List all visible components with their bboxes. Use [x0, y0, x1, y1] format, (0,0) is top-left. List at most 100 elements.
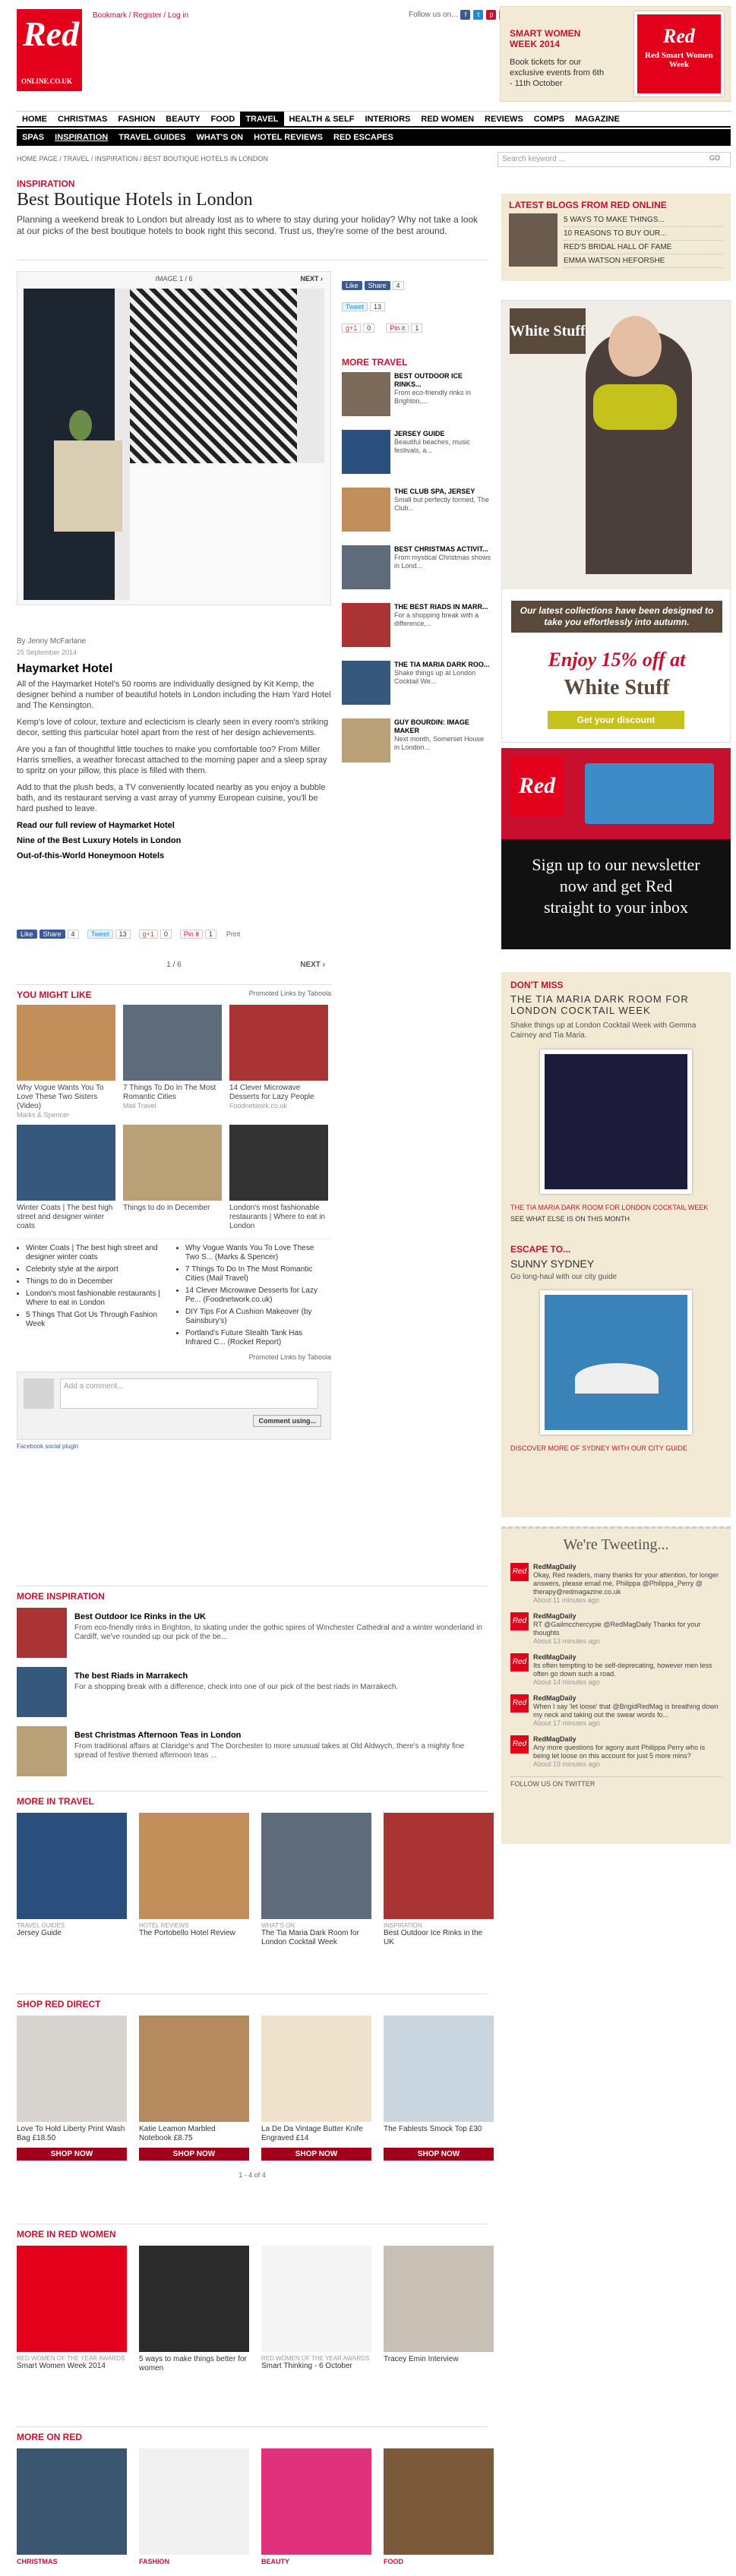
shop-card[interactable]: Katie Leamon Marbled Notebook £8.75 SHOP … — [139, 2016, 249, 2161]
share-facebook[interactable]: Like Share 4 — [342, 281, 404, 290]
more-travel-item[interactable]: THE BEST RIADS IN MARR... For a shopping … — [342, 603, 491, 655]
ymal-link[interactable]: 5 Things That Got Us Through Fashion Wee… — [26, 1311, 169, 1329]
more-on-red-card[interactable]: BEAUTY — [261, 2448, 371, 2565]
subnav-item-travel-guides[interactable]: TRAVEL GUIDES — [113, 129, 191, 146]
nav-item-reviews[interactable]: REVIEWS — [479, 112, 529, 126]
more-on-red-card[interactable]: FASHION — [139, 2448, 249, 2565]
nav-item-comps[interactable]: COMPS — [529, 112, 570, 126]
subnav-item-hotel-reviews[interactable]: HOTEL REVIEWS — [248, 129, 328, 146]
white-stuff-advert[interactable]: White Stuff Our latest collections have … — [501, 300, 731, 743]
share-gplus-pinterest[interactable]: g+1 0 Pin it 1 — [342, 324, 423, 333]
ymal-link[interactable]: 14 Clever Microwave Desserts for Lazy Pe… — [185, 1286, 328, 1305]
nav-item-home[interactable]: HOME — [17, 112, 52, 126]
nav-item-fashion[interactable]: FASHION — [112, 112, 160, 126]
follow-twitter-link[interactable]: FOLLOW US ON TWITTER — [510, 1776, 722, 1788]
gallery-next-button[interactable]: NEXT › — [300, 275, 323, 283]
ymal-link[interactable]: Things to do in December — [26, 1277, 169, 1286]
link-luxury-hotels[interactable]: Nine of the Best Luxury Hotels in London — [17, 835, 331, 846]
comment-input[interactable]: Add a comment... — [60, 1378, 318, 1409]
travel-card[interactable]: INSPIRATION Best Outdoor Ice Rinks in the… — [384, 1813, 494, 1947]
more-travel-item[interactable]: JERSEY GUIDE Beautiful beaches, music fes… — [342, 430, 491, 481]
red-logo[interactable]: Red ONLINE.CO.UK — [17, 9, 82, 91]
get-discount-button[interactable]: Get your discount — [548, 711, 684, 729]
taboola-card[interactable]: London's most fashionable restaurants | … — [229, 1125, 328, 1231]
nav-item-magazine[interactable]: MAGAZINE — [570, 112, 625, 126]
shop-now-button[interactable]: SHOP NOW — [139, 2148, 249, 2161]
comment-using-button[interactable]: Comment using... — [253, 1415, 321, 1427]
see-what-else-link[interactable]: SEE WHAT ELSE IS ON THIS MONTH — [510, 1215, 722, 1223]
dont-miss-photo[interactable] — [540, 1050, 692, 1194]
facebook-icon[interactable]: f — [460, 10, 471, 20]
subnav-item-spas[interactable]: SPAS — [17, 129, 49, 146]
inspiration-item[interactable]: The best Riads in Marrakech For a shoppin… — [17, 1667, 488, 1717]
twitter-icon[interactable]: t — [473, 10, 484, 20]
account-links[interactable]: Bookmark / Register / Log in — [93, 11, 188, 20]
travel-card[interactable]: WHAT'S ON The Tia Maria Dark Room for Lon… — [261, 1813, 371, 1947]
taboola-card[interactable]: Things to do in December — [123, 1125, 222, 1231]
shop-now-button[interactable]: SHOP NOW — [261, 2148, 371, 2161]
ymal-link[interactable]: Celebrity style at the airport — [26, 1265, 169, 1274]
link-full-review[interactable]: Read our full review of Haymarket Hotel — [17, 820, 331, 831]
red-women-card[interactable]: Tracey Emin Interview — [384, 2246, 494, 2373]
ymal-link[interactable]: Why Vogue Wants You To Love These Two S.… — [185, 1244, 328, 1262]
print-link[interactable]: Print — [226, 930, 241, 938]
nav-item-beauty[interactable]: BEAUTY — [160, 112, 205, 126]
taboola-card[interactable]: Winter Coats | The best high street and … — [17, 1125, 115, 1231]
blog-link[interactable]: RED'S BRIDAL HALL OF FAME — [564, 241, 723, 254]
travel-card[interactable]: TRAVEL GUIDES Jersey Guide — [17, 1813, 127, 1947]
blog-link[interactable]: EMMA WATSON HEFORSHE — [564, 254, 723, 268]
blog-link[interactable]: 10 REASONS TO BUY OUR... — [564, 227, 723, 241]
nav-item-travel[interactable]: TRAVEL — [240, 112, 284, 126]
nav-item-health-self[interactable]: HEALTH & SELF — [284, 112, 360, 126]
blog-link[interactable]: 5 WAYS TO MAKE THINGS... — [564, 213, 723, 227]
bottom-share-bar[interactable]: Like Share 4 Tweet 13 g+1 0 Pin it 1 Print — [17, 930, 240, 939]
more-travel-item[interactable]: THE CLUB SPA, JERSEY Small but perfectly … — [342, 488, 491, 539]
shop-card[interactable]: The Fablests Smock Top £30 SHOP NOW — [384, 2016, 494, 2161]
ymal-link[interactable]: London's most fashionable restaurants | … — [26, 1290, 169, 1308]
link-honeymoon[interactable]: Out-of-this-World Honeymoon Hotels — [17, 851, 331, 861]
ymal-link[interactable]: Winter Coats | The best high street and … — [26, 1244, 169, 1262]
sydney-photo[interactable] — [540, 1290, 692, 1435]
tweet-user[interactable]: RedMagDaily — [533, 1694, 722, 1703]
more-on-red-card[interactable]: CHRISTMAS — [17, 2448, 127, 2565]
subnav-item-inspiration[interactable]: INSPIRATION — [49, 129, 113, 146]
smart-women-promo[interactable]: SMART WOMEN WEEK 2014 Book tickets for o… — [500, 6, 731, 102]
red-women-card[interactable]: 5 ways to make things better for women — [139, 2246, 249, 2373]
tweet-user[interactable]: RedMagDaily — [533, 1735, 722, 1744]
ymal-link[interactable]: Portland's Future Stealth Tank Has Infra… — [185, 1329, 328, 1347]
pinterest-icon[interactable]: p — [486, 10, 497, 20]
tweet-user[interactable]: RedMagDaily — [533, 1563, 722, 1571]
tweet-user[interactable]: RedMagDaily — [533, 1653, 722, 1662]
more-travel-item[interactable]: GUY BOURDIN: IMAGE MAKER Next month, Some… — [342, 718, 491, 770]
subnav-item-red-escapes[interactable]: RED ESCAPES — [328, 129, 399, 146]
inspiration-item[interactable]: Best Outdoor Ice Rinks in the UK From eco… — [17, 1608, 488, 1658]
inspiration-item[interactable]: Best Christmas Afternoon Teas in London F… — [17, 1726, 488, 1776]
shop-now-button[interactable]: SHOP NOW — [384, 2148, 494, 2161]
shop-card[interactable]: La De Da Vintage Butter Knife Engraved £… — [261, 2016, 371, 2161]
nav-item-interiors[interactable]: INTERIORS — [359, 112, 415, 126]
image-gallery[interactable]: IMAGE 1 / 6 NEXT › — [17, 271, 331, 605]
more-on-red-card[interactable]: FOOD — [384, 2448, 494, 2565]
taboola-card[interactable]: Why Vogue Wants You To Love These Two Si… — [17, 1005, 115, 1119]
nav-item-red-women[interactable]: RED WOMEN — [415, 112, 479, 126]
section-label[interactable]: INSPIRATION — [17, 178, 74, 189]
more-travel-item[interactable]: BEST OUTDOOR ICE RINKS... From eco-friend… — [342, 372, 491, 424]
travel-card[interactable]: HOTEL REVIEWS The Portobello Hotel Review — [139, 1813, 249, 1947]
more-travel-item[interactable]: BEST CHRISTMAS ACTIVIT... From mystical C… — [342, 545, 491, 597]
shop-now-button[interactable]: SHOP NOW — [17, 2148, 127, 2161]
share-twitter[interactable]: Tweet 13 — [342, 302, 386, 311]
taboola-card[interactable]: 7 Things To Do In The Most Romantic Citi… — [123, 1005, 222, 1119]
newsletter-signup[interactable]: Red Sign up to our newsletter now and get… — [501, 748, 731, 949]
nav-item-food[interactable]: FOOD — [206, 112, 241, 126]
ymal-link[interactable]: 7 Things To Do In The Most Romantic Citi… — [185, 1265, 328, 1283]
search-go-button[interactable]: GO — [709, 154, 720, 162]
shop-card[interactable]: Love To Hold Liberty Print Wash Bag £18.… — [17, 2016, 127, 2161]
more-travel-item[interactable]: THE TIA MARIA DARK ROO... Shake things up… — [342, 661, 491, 712]
search-input[interactable]: Search keyword ... — [498, 152, 731, 167]
ymal-link[interactable]: DIY Tips For A Cushion Makeover (by Sain… — [185, 1308, 328, 1326]
red-women-card[interactable]: RED WOMEN OF THE YEAR AWARDS Smart Women … — [17, 2246, 127, 2373]
taboola-card[interactable]: 14 Clever Microwave Desserts for Lazy Pe… — [229, 1005, 328, 1119]
subnav-item-what-s-on[interactable]: WHAT'S ON — [191, 129, 248, 146]
article-pager[interactable]: 1 / 6 NEXT › — [17, 961, 331, 969]
nav-item-christmas[interactable]: CHRISTMAS — [52, 112, 112, 126]
